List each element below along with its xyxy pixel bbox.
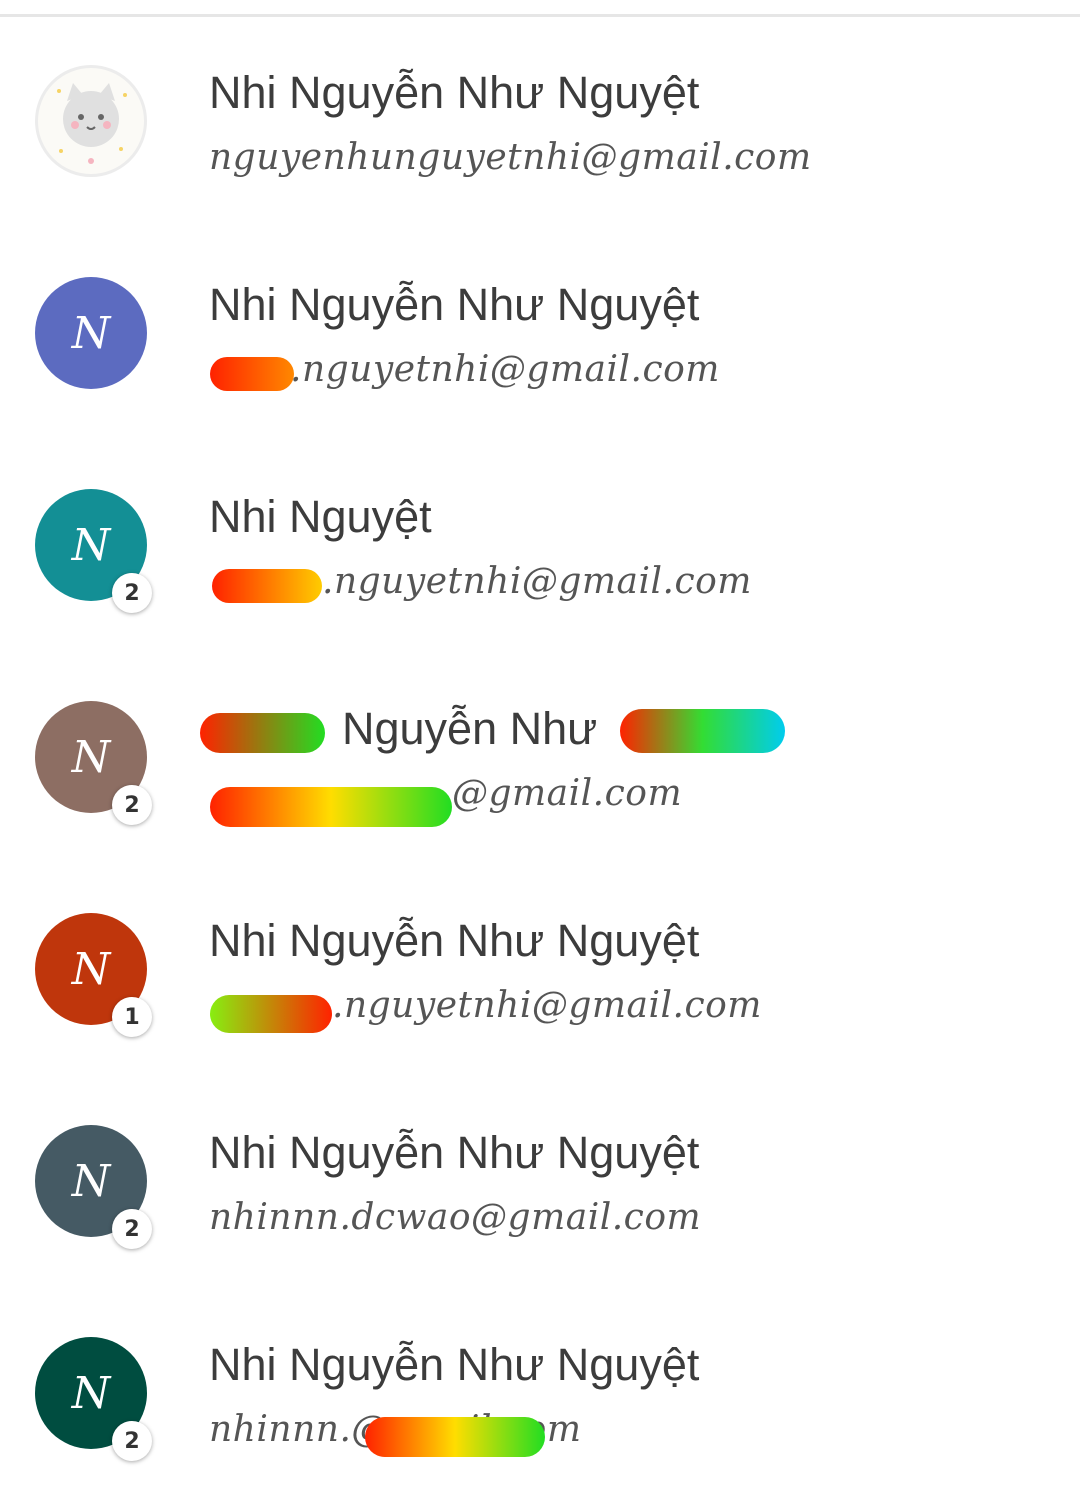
account-row[interactable]: N 2 Nhi Nguyễn Như Nguyệt nhinnn.dcwao@g…	[0, 1077, 1080, 1289]
account-row[interactable]: N 2 Nhi Nguyễn Như Nguyệt nhinnn.@gmail.…	[0, 1289, 1080, 1501]
account-name: Nhi Nguyễn Như Nguyệt	[209, 67, 700, 118]
account-row[interactable]: N 1 Nhi Nguyễn Như Nguyệt .nguyetnhi@gma…	[0, 865, 1080, 1077]
redaction-scribble	[210, 357, 294, 391]
notification-badge: 2	[112, 1421, 152, 1461]
redaction-scribble	[200, 713, 325, 753]
account-row[interactable]: N 2 Nguyễn Như @gmail.com	[0, 653, 1080, 865]
notification-badge: 1	[112, 997, 152, 1037]
account-email: .nguyetnhi@gmail.com	[332, 985, 762, 1026]
account-email: @gmail.com	[452, 773, 683, 814]
redaction-scribble	[212, 569, 322, 603]
account-list: Nhi Nguyễn Như Nguyệt nguyenhunguyetnhi@…	[0, 17, 1080, 1501]
avatar: N	[35, 277, 147, 389]
redaction-scribble	[365, 1417, 545, 1457]
account-name: Nhi Nguyễn Như Nguyệt	[209, 1127, 700, 1178]
notification-badge: 2	[112, 785, 152, 825]
account-email: nhinnn.dcwao@gmail.com	[209, 1197, 702, 1238]
account-name: Nhi Nguyễn Như Nguyệt	[209, 915, 700, 966]
account-name: Nhi Nguyễn Như Nguyệt	[209, 279, 700, 330]
account-email: .nguyetnhi@gmail.com	[322, 561, 752, 602]
cat-avatar-icon	[35, 65, 147, 177]
notification-badge: 2	[112, 573, 152, 613]
notification-badge: 2	[112, 1209, 152, 1249]
account-email: nguyenhunguyetnhi@gmail.com	[209, 137, 812, 178]
account-email: .nguyetnhi@gmail.com	[290, 349, 720, 390]
account-row[interactable]: N 2 Nhi Nguyệt .nguyetnhi@gmail.com	[0, 441, 1080, 653]
account-name: Nguyễn Như	[342, 703, 598, 754]
account-row[interactable]: N Nhi Nguyễn Như Nguyệt .nguyetnhi@gmail…	[0, 229, 1080, 441]
account-name: Nhi Nguyệt	[209, 491, 432, 542]
redaction-scribble	[210, 995, 332, 1033]
account-row[interactable]: Nhi Nguyễn Như Nguyệt nguyenhunguyetnhi@…	[0, 17, 1080, 229]
redaction-scribble	[210, 787, 452, 827]
redaction-scribble	[620, 709, 785, 753]
account-name: Nhi Nguyễn Như Nguyệt	[209, 1339, 700, 1390]
